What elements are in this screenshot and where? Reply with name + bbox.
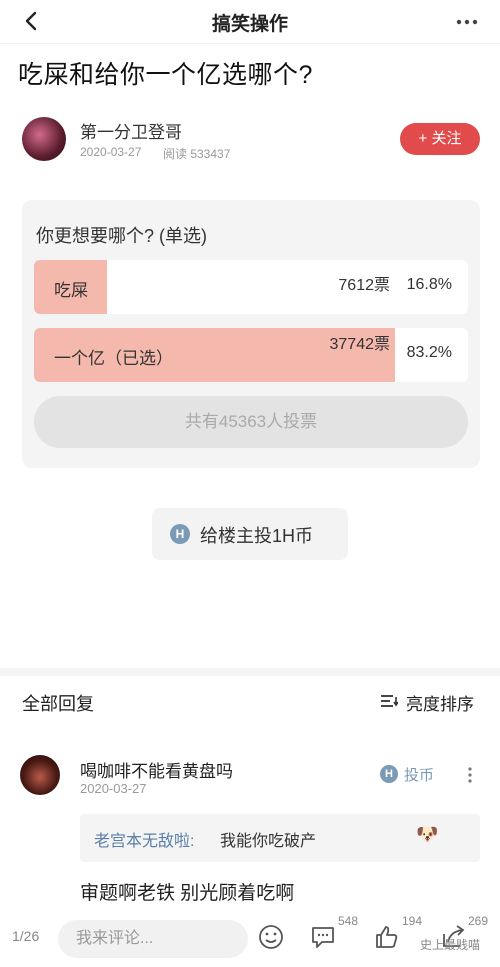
emoji-icon[interactable] [256, 922, 286, 952]
author-avatar[interactable] [22, 117, 66, 161]
comment-more-icon[interactable] [463, 765, 477, 785]
poll-card: 你更想要哪个? (单选) 吃屎 7612票 16.8% 一个亿（已选） 3774… [22, 200, 480, 468]
poll-option-votes: 37742票 [329, 336, 391, 353]
page-title: 搞笑操作 [211, 14, 288, 35]
poll-option-label: 吃屎 [54, 281, 88, 300]
give-coin-label: 给楼主投1H币 [200, 526, 314, 546]
read-count: 阅读 533437 [163, 147, 231, 161]
poll-option-label: 一个亿（已选） [54, 349, 173, 368]
coin-icon: H [380, 765, 398, 783]
sort-button[interactable]: 亮度排序 [380, 690, 484, 714]
poll-option-percent: 83.2% [406, 344, 452, 361]
sort-icon [381, 695, 398, 707]
poll-option-2[interactable]: 一个亿（已选） 37742票 83.2% [34, 328, 468, 382]
poll-total-button[interactable]: 共有45363人投票 [34, 396, 468, 448]
share-count: 269 [468, 914, 489, 928]
post-date: 2020-03-27 [80, 145, 142, 159]
give-coin-button[interactable]: H 给楼主投1H币 [152, 508, 348, 560]
commenter-avatar[interactable] [20, 755, 60, 795]
comment-count: 548 [338, 914, 359, 928]
section-divider [0, 668, 500, 676]
bottom-bar: 1/26 我来评论... 548 194 269 史上最贱喵 [0, 912, 500, 967]
dog-emoji: 🐶 [416, 824, 439, 844]
poll-option-votes: 7612票 [338, 277, 390, 294]
poll-question: 你更想要哪个? (单选) [36, 226, 207, 246]
comment-coin-button[interactable]: H 投币 [380, 764, 440, 786]
quoted-username[interactable]: 老宫本无敌啦: [94, 827, 194, 851]
reply-text: 审题啊老铁 别光顾着吃啊 [80, 883, 295, 904]
poll-option-1[interactable]: 吃屎 7612票 16.8% [34, 260, 468, 314]
comment-text: 喝咖啡不能看黄盘吗 [80, 762, 233, 781]
comment-coin-label: 投币 [404, 767, 435, 784]
top-bar: 搞笑操作 [0, 0, 500, 44]
page-indicator: 1/26 [12, 928, 40, 944]
poll-option-percent: 16.8% [406, 276, 452, 293]
replies-heading: 全部回复 [22, 694, 94, 714]
watermark: 史上最贱喵 [420, 938, 481, 952]
comment-input[interactable]: 我来评论... [58, 920, 248, 958]
like-icon[interactable] [372, 922, 402, 952]
coin-icon: H [170, 524, 190, 544]
sort-label: 亮度排序 [406, 695, 474, 714]
more-options-icon[interactable] [454, 10, 480, 34]
comment-icon[interactable] [308, 922, 338, 952]
comment-date: 2020-03-27 [80, 781, 147, 796]
follow-button[interactable]: + 关注 [400, 123, 480, 155]
like-count: 194 [402, 914, 423, 928]
post-title: 吃屎和给你一个亿选哪个? [18, 61, 313, 89]
quoted-reply[interactable]: 老宫本无敌啦: 我能你吃破产 🐶 [80, 814, 480, 862]
quoted-text: 我能你吃破产 [220, 833, 317, 850]
author-name[interactable]: 第一分卫登哥 [80, 118, 182, 143]
